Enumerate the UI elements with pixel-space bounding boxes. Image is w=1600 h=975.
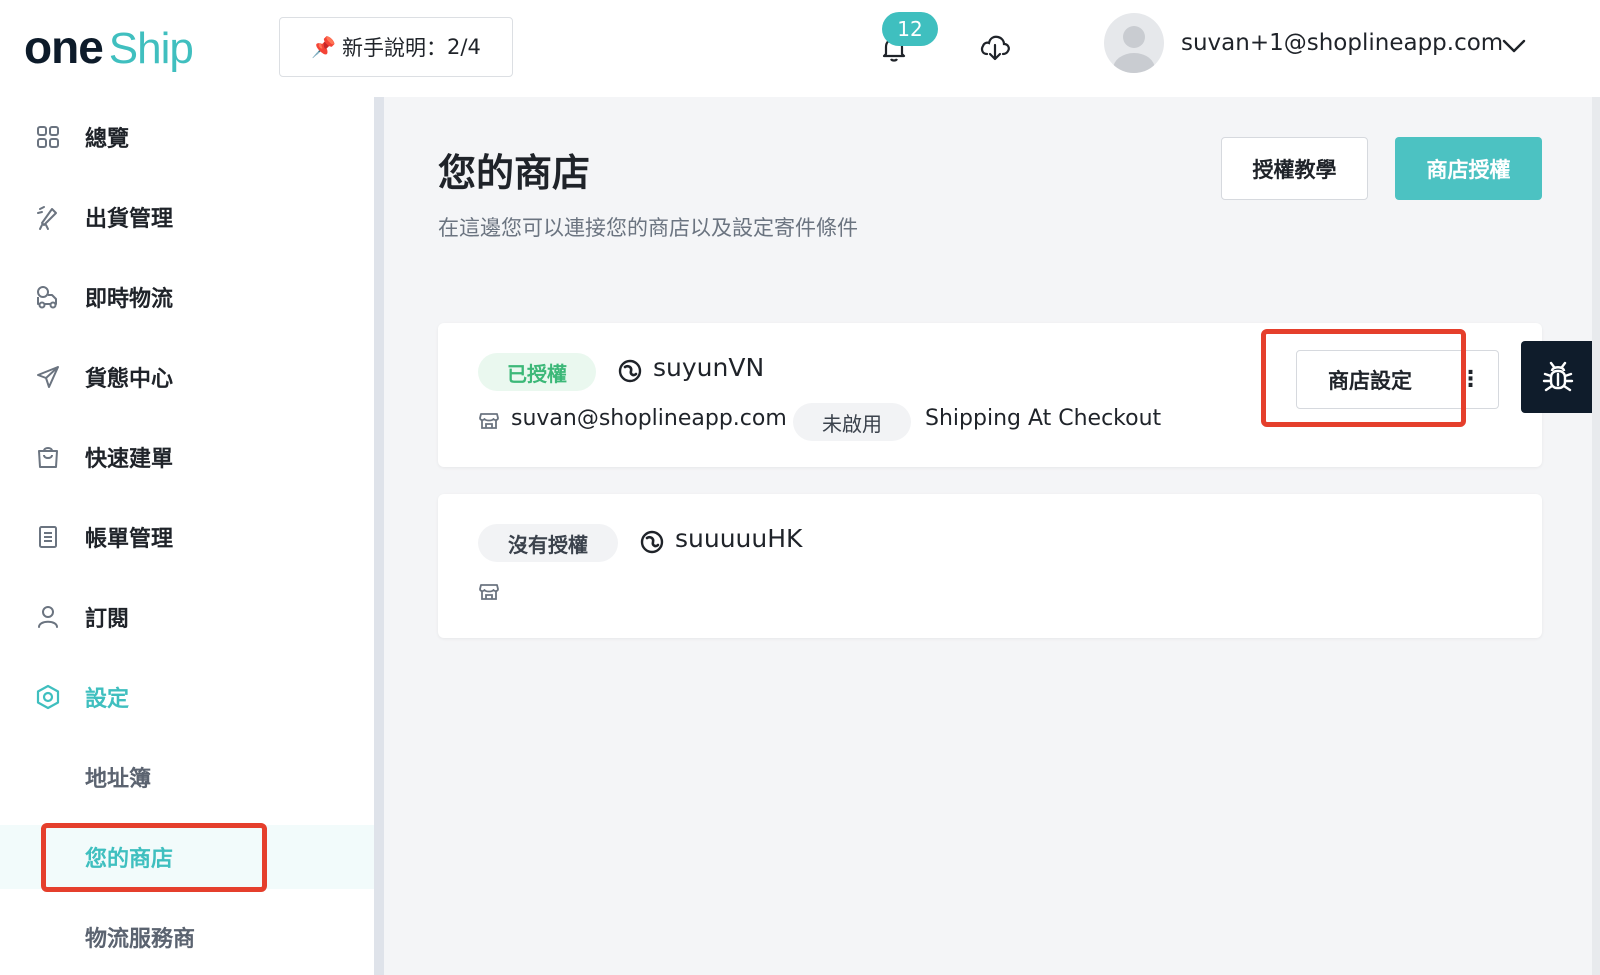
- cloud-download-icon[interactable]: [978, 30, 1012, 64]
- sidebar-item-shipment-management[interactable]: 出貨管理: [0, 187, 374, 247]
- settings-hexagon-icon: [36, 684, 60, 710]
- sidebar-item-label: 快速建單: [85, 447, 174, 472]
- status-badge-unauthorized: 沒有授權: [478, 524, 618, 562]
- avatar-placeholder-icon: [1113, 26, 1155, 73]
- sidebar-item-label: 設定: [85, 687, 130, 712]
- shop-icon: [479, 584, 499, 600]
- user-email[interactable]: suvan+1@shoplineapp.com: [1181, 30, 1503, 56]
- user-icon: [38, 606, 58, 628]
- feature-status-badge: 未啟用: [793, 403, 911, 441]
- notification-count-badge: 12: [882, 12, 938, 46]
- guide-label: 新手說明：: [342, 36, 448, 60]
- sidebar-item-settings[interactable]: 設定: [0, 667, 374, 727]
- sidebar-item-quick-order[interactable]: 快速建單: [0, 427, 374, 487]
- guide-progress: 2/4: [447, 35, 481, 59]
- shopline-logo-icon: [618, 359, 642, 383]
- sidebar-subitem-label: 物流服務商: [85, 927, 196, 952]
- page-title: 您的商店: [438, 151, 591, 195]
- pin-icon: 📌: [311, 35, 337, 59]
- sidebar-item-overview[interactable]: 總覽: [0, 107, 374, 167]
- top-header: one Ship 📌 新手說明： 2/4 12 suvan+1@shopline…: [0, 0, 1600, 97]
- page-subtitle: 在這邊您可以連接您的商店以及設定寄件條件: [438, 216, 858, 240]
- sidebar-item-tracking-center[interactable]: 貨態中心: [0, 347, 374, 407]
- document-icon: [39, 526, 57, 548]
- sidebar-subitem-your-stores[interactable]: 您的商店: [0, 825, 374, 889]
- sidebar-subitem-logistics-providers[interactable]: 物流服務商: [0, 905, 374, 969]
- sidebar-item-billing[interactable]: 帳單管理: [0, 507, 374, 567]
- onboarding-guide-button[interactable]: 📌 新手說明： 2/4: [279, 17, 513, 77]
- status-badge-authorized: 已授權: [478, 353, 596, 391]
- bug-icon: [1542, 361, 1574, 392]
- shop-icon: [479, 413, 499, 429]
- store-card: 已授權 suyunVN suvan@shoplineapp.com 未啟用 Sh…: [438, 323, 1542, 467]
- store-name: suyunVN: [653, 353, 765, 382]
- sidebar-item-label: 出貨管理: [85, 207, 174, 232]
- logo-one-text: one: [24, 21, 104, 73]
- authorization-tutorial-button[interactable]: 授權教學: [1221, 137, 1368, 200]
- sidebar-item-label: 訂閱: [85, 607, 130, 632]
- page-scrollbar[interactable]: [1592, 97, 1600, 975]
- delivery-truck-icon: [37, 286, 57, 309]
- sidebar-item-realtime-logistics[interactable]: 即時物流: [0, 267, 374, 327]
- grid-icon: [37, 126, 59, 148]
- chevron-down-icon[interactable]: [1500, 36, 1528, 56]
- store-settings-button[interactable]: 商店設定: [1296, 350, 1444, 409]
- shopline-logo-icon: [640, 530, 664, 554]
- sidebar-item-label: 即時物流: [85, 287, 174, 312]
- sidebar-scrollbar[interactable]: [374, 97, 384, 975]
- sidebar-subitem-label: 地址簿: [85, 767, 152, 792]
- debug-bug-button[interactable]: [1521, 341, 1595, 413]
- sidebar: 總覽 出貨管理 即時物流 貨態中心 快速建單 帳單管理 訂閱 設定 地址簿 您的…: [0, 97, 374, 975]
- rocket-icon: [37, 206, 57, 230]
- oneship-logo[interactable]: one Ship: [24, 20, 194, 73]
- logo-ship-text: Ship: [108, 24, 194, 73]
- sidebar-item-label: 貨態中心: [85, 367, 174, 392]
- more-options-button[interactable]: ⋮: [1443, 350, 1499, 409]
- store-name: suuuuuHK: [675, 524, 803, 553]
- send-icon: [37, 366, 59, 388]
- store-email: suvan@shoplineapp.com: [511, 406, 787, 431]
- store-card: 沒有授權 suuuuuHK: [438, 494, 1542, 638]
- sidebar-item-label: 帳單管理: [85, 527, 174, 552]
- feature-name: Shipping At Checkout: [925, 406, 1162, 431]
- shopping-bag-icon: [38, 447, 58, 468]
- sidebar-item-label: 總覽: [85, 127, 130, 152]
- sidebar-item-subscription[interactable]: 訂閱: [0, 587, 374, 647]
- user-avatar[interactable]: [1104, 13, 1164, 73]
- sidebar-subitem-label: 您的商店: [85, 847, 174, 872]
- sidebar-subitem-address-book[interactable]: 地址簿: [0, 745, 374, 809]
- store-authorize-button[interactable]: 商店授權: [1395, 137, 1542, 200]
